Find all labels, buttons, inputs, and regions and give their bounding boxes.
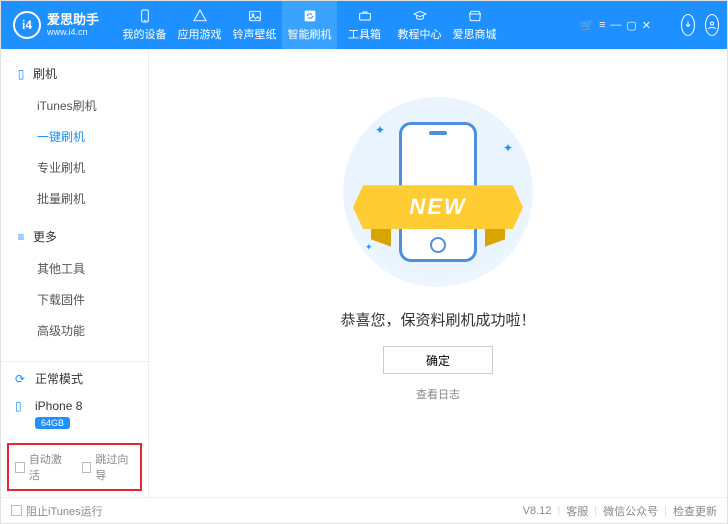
version-label: V8.12 [523,505,552,517]
sidebar-item-advanced[interactable]: 高级功能 [1,315,148,346]
nav-ringtones[interactable]: 铃声壁纸 [227,1,282,49]
header-right: 🛒 ≡ — ▢ ✕ [580,14,727,36]
sidebar-item-pro-flash[interactable]: 专业刷机 [1,152,148,183]
success-illustration: ✦ ✦ ✦ NEW [343,97,533,287]
sidebar-item-download-firmware[interactable]: 下载固件 [1,284,148,315]
nav-label: 应用游戏 [178,26,222,42]
app-header: i4 爱思助手 www.i4.cn 我的设备 应用游戏 铃声壁纸 智能刷机 工具… [1,1,727,49]
confirm-button[interactable]: 确定 [383,346,493,374]
brand-logo-icon: i4 [13,11,41,39]
nav-label: 爱思商城 [453,26,497,42]
brand-text: 爱思助手 www.i4.cn [47,12,99,38]
support-link[interactable]: 客服 [566,503,588,519]
skip-setup-checkbox[interactable]: 跳过向导 [82,451,135,483]
user-button[interactable] [705,14,719,36]
block-itunes-checkbox[interactable]: 阻止iTunes运行 [11,503,103,519]
close-button[interactable]: ✕ [642,19,651,32]
sidebar-item-itunes-flash[interactable]: iTunes刷机 [1,90,148,121]
menu-lines-icon: ≡ [15,231,27,243]
nav-label: 我的设备 [123,26,167,42]
success-message: 恭喜您，保资料刷机成功啦！ [340,309,535,330]
main-panel: ✦ ✦ ✦ NEW 恭喜您，保资料刷机成功啦！ 确定 查看日志 [149,49,727,497]
sparkle-icon: ✦ [503,141,513,155]
nav-label: 智能刷机 [288,26,332,42]
view-log-link[interactable]: 查看日志 [416,386,460,402]
sidebar: ▯ 刷机 iTunes刷机 一键刷机 专业刷机 批量刷机 ≡ 更多 其他工具 下… [1,49,149,497]
sparkle-icon: ✦ [375,123,385,137]
new-ribbon: NEW [353,185,523,229]
sparkle-icon: ✦ [365,242,373,253]
sidebar-section-more[interactable]: ≡ 更多 [1,222,148,251]
brand-url: www.i4.cn [47,27,99,38]
sidebar-item-oneclick-flash[interactable]: 一键刷机 [1,121,148,152]
maximize-button[interactable]: ▢ [626,19,636,32]
nav-apps[interactable]: 应用游戏 [172,1,227,49]
brand: i4 爱思助手 www.i4.cn [1,11,111,39]
apps-icon [192,8,208,24]
device-icon: ▯ [15,68,27,80]
mode-row[interactable]: ⟳ 正常模式 [1,362,148,395]
image-icon [247,8,263,24]
nav-store[interactable]: 爱思商城 [447,1,502,49]
status-bar: 阻止iTunes运行 V8.12 | 客服 | 微信公众号 | 检查更新 [1,497,727,523]
store-icon [467,8,483,24]
graduation-icon [412,8,428,24]
device-name: iPhone 8 [35,399,82,413]
top-nav: 我的设备 应用游戏 铃声壁纸 智能刷机 工具箱 教程中心 爱思商城 [117,1,502,49]
cart-icon[interactable]: 🛒 [580,19,594,32]
nav-label: 教程中心 [398,26,442,42]
refresh-icon: ⟳ [15,372,29,386]
nav-flash[interactable]: 智能刷机 [282,1,337,49]
check-update-link[interactable]: 检查更新 [673,503,717,519]
brand-name: 爱思助手 [47,12,99,28]
nav-toolbox[interactable]: 工具箱 [337,1,392,49]
phone-icon: ▯ [15,399,29,413]
minimize-button[interactable]: — [610,19,621,31]
refresh-icon [302,8,318,24]
nav-my-devices[interactable]: 我的设备 [117,1,172,49]
wechat-link[interactable]: 微信公众号 [603,503,658,519]
section-label: 更多 [33,228,57,245]
nav-tutorials[interactable]: 教程中心 [392,1,447,49]
auto-activate-checkbox[interactable]: 自动激活 [15,451,68,483]
storage-badge: 64GB [35,417,70,429]
menu-icon[interactable]: ≡ [599,19,605,31]
toolbox-icon [357,8,373,24]
phone-icon [137,8,153,24]
section-label: 刷机 [33,65,57,82]
sidebar-item-other-tools[interactable]: 其他工具 [1,253,148,284]
download-button[interactable] [681,14,695,36]
sidebar-item-batch-flash[interactable]: 批量刷机 [1,183,148,214]
options-highlight-box: 自动激活 跳过向导 [7,443,142,491]
window-controls: 🛒 ≡ — ▢ ✕ [580,19,651,32]
device-row[interactable]: ▯ iPhone 8 [1,395,148,415]
ribbon-text: NEW [353,185,523,229]
sidebar-section-flash[interactable]: ▯ 刷机 [1,59,148,88]
mode-label: 正常模式 [35,370,83,387]
nav-label: 铃声壁纸 [233,26,277,42]
nav-label: 工具箱 [348,26,381,42]
